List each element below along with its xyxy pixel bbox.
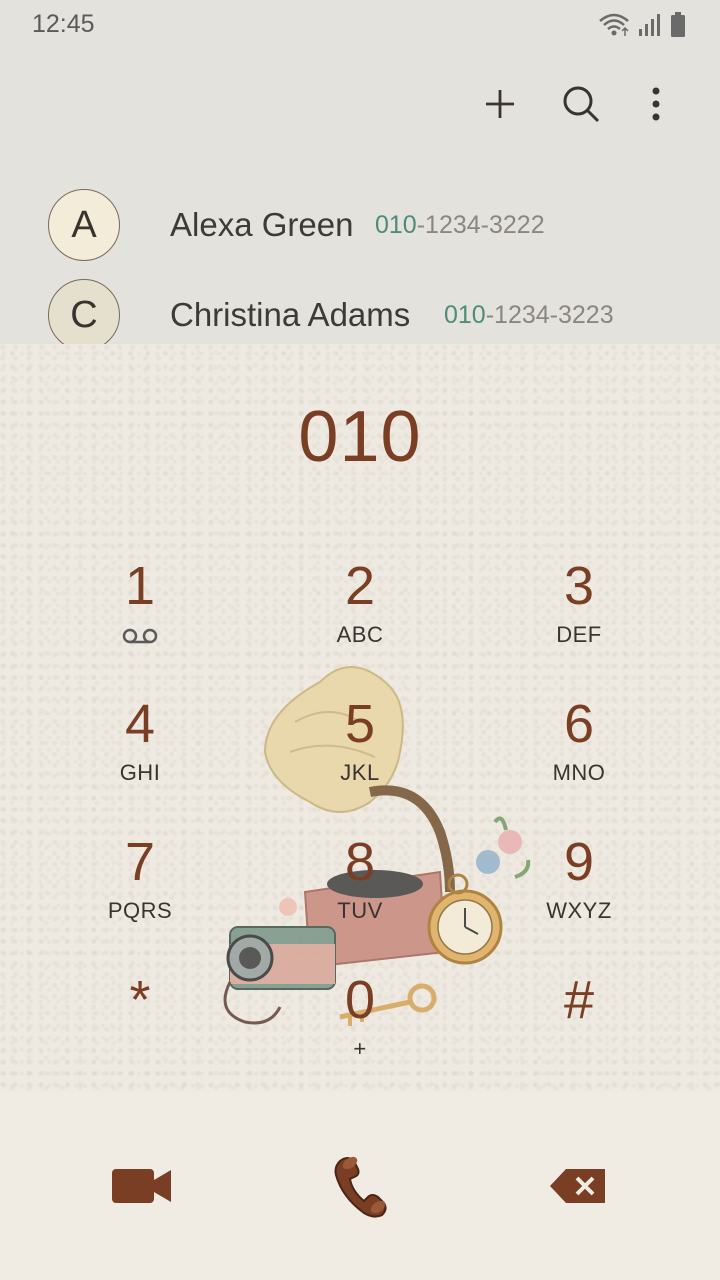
wifi-icon — [599, 13, 629, 36]
key-8[interactable]: 8 TUV — [270, 832, 450, 952]
avatar-initial: A — [71, 203, 97, 246]
key-letters: DEF — [556, 622, 602, 647]
search-icon — [563, 86, 600, 123]
contact-row-christina[interactable]: C Christina Adams 010-1234-3223 — [0, 270, 720, 344]
more-icon — [652, 87, 660, 121]
key-digit: 9 — [563, 832, 595, 892]
contact-suggestions: A Alexa Green 010-1234-3222 C Christina … — [0, 160, 720, 344]
backspace-icon — [550, 1169, 605, 1203]
voicemail-icon — [122, 628, 158, 644]
dialpad-area: 010 1 2 ABC 3 DEF 4 GHI 5 JKL 6 MNO 7 PQRS 8 TUV 9 WXYZ *… — [0, 344, 720, 1092]
video-call-icon — [112, 1169, 171, 1203]
key-letters: PQRS — [107, 898, 173, 923]
status-icons — [598, 10, 686, 40]
key-digit: 3 — [563, 556, 595, 616]
contact-number: 010-1234-3223 — [444, 301, 614, 330]
contact-name: Alexa Green — [170, 206, 354, 243]
number-match: 010 — [375, 210, 417, 239]
signal-icon — [639, 14, 660, 36]
key-2[interactable]: 2 ABC — [270, 556, 450, 676]
contact-number: 010-1234-3222 — [375, 211, 545, 240]
number-rest: -1234-3223 — [485, 300, 614, 329]
key-letters: + — [353, 1036, 367, 1061]
app-bar — [0, 50, 720, 160]
bottom-action-bar — [0, 1092, 720, 1280]
avatar: C — [48, 279, 120, 344]
key-6[interactable]: 6 MNO — [489, 694, 669, 814]
key-9[interactable]: 9 WXYZ — [489, 832, 669, 952]
key-letters: JKL — [340, 760, 380, 785]
avatar: A — [48, 189, 120, 261]
key-digit: 4 — [124, 694, 156, 754]
search-button[interactable] — [555, 78, 607, 130]
key-letters: MNO — [552, 760, 606, 785]
more-options-button[interactable] — [630, 78, 682, 130]
key-digit: 2 — [344, 556, 376, 616]
number-rest: -1234-3222 — [416, 210, 545, 239]
key-3[interactable]: 3 DEF — [489, 556, 669, 676]
dialed-number[interactable]: 010 — [0, 396, 720, 478]
key-4[interactable]: 4 GHI — [50, 694, 230, 814]
key-digit: 7 — [124, 832, 156, 892]
key-letters: ABC — [336, 622, 384, 647]
backspace-button[interactable] — [533, 1148, 623, 1224]
key-digit: 0 — [344, 970, 376, 1030]
status-bar: 12:45 — [0, 0, 720, 50]
contact-row-alexa[interactable]: A Alexa Green 010-1234-3222 — [0, 180, 720, 270]
avatar-initial: C — [70, 293, 98, 336]
key-letters: GHI — [119, 760, 161, 785]
key-0[interactable]: 0 + — [270, 970, 450, 1090]
add-icon — [486, 90, 514, 118]
phone-call-icon — [334, 1156, 387, 1218]
key-digit: # — [563, 970, 595, 1030]
add-contact-button[interactable] — [474, 78, 526, 130]
battery-icon — [671, 12, 685, 37]
status-time: 12:45 — [32, 10, 95, 38]
key-letters: WXYZ — [546, 898, 612, 923]
key-1[interactable]: 1 — [50, 556, 230, 676]
video-call-button[interactable] — [97, 1148, 187, 1224]
key-star[interactable]: * — [50, 970, 230, 1090]
key-digit: 5 — [344, 694, 376, 754]
key-digit: 6 — [563, 694, 595, 754]
number-match: 010 — [444, 300, 486, 329]
key-hash[interactable]: # — [489, 970, 669, 1090]
key-digit: * — [129, 970, 151, 1030]
key-7[interactable]: 7 PQRS — [50, 832, 230, 952]
key-letters: TUV — [337, 898, 383, 923]
key-digit: 8 — [344, 832, 376, 892]
voice-call-button[interactable] — [315, 1148, 405, 1224]
key-digit: 1 — [124, 556, 156, 616]
key-5[interactable]: 5 JKL — [270, 694, 450, 814]
contact-name: Christina Adams — [170, 296, 411, 333]
